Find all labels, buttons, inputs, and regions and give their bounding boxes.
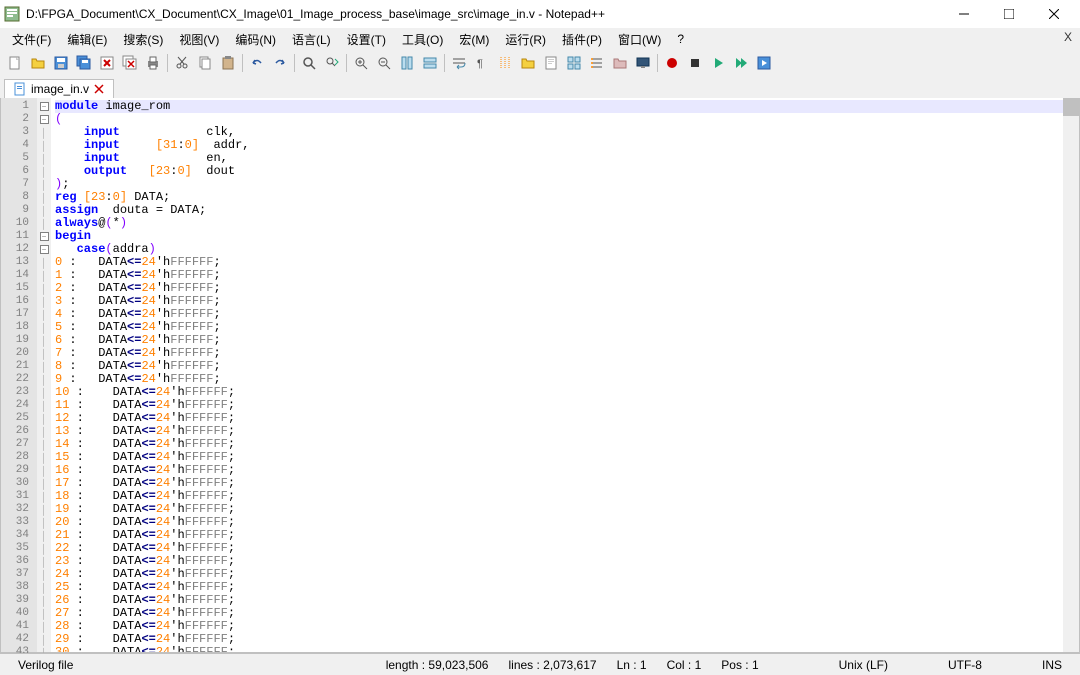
new-file-icon[interactable] [4,52,26,74]
tab-image-in[interactable]: image_in.v [4,79,114,98]
record-macro-icon[interactable] [661,52,683,74]
menu-view[interactable]: 视图(V) [171,29,227,50]
doc-list-icon[interactable] [563,52,585,74]
menu-help[interactable]: ? [669,30,692,48]
folder-icon[interactable] [517,52,539,74]
status-ln: Ln : 1 [607,658,657,672]
zoom-out-icon[interactable] [373,52,395,74]
find-icon[interactable] [298,52,320,74]
status-encoding: UTF-8 [938,658,992,672]
status-lines: lines : 2,073,617 [498,658,606,672]
tab-label: image_in.v [31,82,89,96]
window-title: D:\FPGA_Document\CX_Document\CX_Image\01… [26,7,941,21]
close-file-icon[interactable] [96,52,118,74]
copy-icon[interactable] [194,52,216,74]
file-icon [13,82,27,96]
undo-icon[interactable] [246,52,268,74]
menu-macro[interactable]: 宏(M) [451,29,497,50]
save-macro-icon[interactable] [753,52,775,74]
status-mode: INS [1032,658,1072,672]
play-macro-icon[interactable] [707,52,729,74]
editor[interactable]: 1234567891011121314151617181920212223242… [0,98,1080,653]
sync-v-icon[interactable] [396,52,418,74]
menu-language[interactable]: 语言(L) [284,29,339,50]
menu-file[interactable]: 文件(F) [4,29,59,50]
line-number-gutter: 1234567891011121314151617181920212223242… [1,98,37,652]
folder-workspace-icon[interactable] [609,52,631,74]
code-area[interactable]: module image_rom( input clk, input [31:0… [51,98,1079,652]
menu-settings[interactable]: 设置(T) [339,29,394,50]
play-multi-icon[interactable] [730,52,752,74]
status-filetype: Verilog file [8,658,83,672]
window-controls [941,0,1076,28]
close-button[interactable] [1031,0,1076,28]
zoom-in-icon[interactable] [350,52,372,74]
app-icon [4,6,20,22]
menu-tools[interactable]: 工具(O) [394,29,451,50]
indent-guide-icon[interactable] [494,52,516,74]
menu-run[interactable]: 运行(R) [497,29,554,50]
redo-icon[interactable] [269,52,291,74]
extra-x[interactable]: X [1064,30,1072,44]
status-eol: Unix (LF) [829,658,898,672]
menu-encoding[interactable]: 编码(N) [227,29,284,50]
status-length: length : 59,023,506 [376,658,499,672]
show-all-chars-icon[interactable]: ¶ [471,52,493,74]
maximize-button[interactable] [986,0,1031,28]
close-all-icon[interactable] [119,52,141,74]
save-icon[interactable] [50,52,72,74]
paste-icon[interactable] [217,52,239,74]
fold-gutter: −−││││││││−−││││││││││││││││││││││││││││… [37,98,51,652]
tab-close-icon[interactable] [93,83,105,95]
replace-icon[interactable] [321,52,343,74]
statusbar: Verilog file length : 59,023,506 lines :… [0,653,1080,675]
doc-map-icon[interactable] [540,52,562,74]
cut-icon[interactable] [171,52,193,74]
scroll-thumb[interactable] [1063,98,1079,116]
monitor-icon[interactable] [632,52,654,74]
menu-window[interactable]: 窗口(W) [610,29,669,50]
stop-macro-icon[interactable] [684,52,706,74]
menu-edit[interactable]: 编辑(E) [59,29,115,50]
status-col: Col : 1 [657,658,712,672]
titlebar: D:\FPGA_Document\CX_Document\CX_Image\01… [0,0,1080,28]
print-icon[interactable] [142,52,164,74]
wordwrap-icon[interactable] [448,52,470,74]
status-pos: Pos : 1 [711,658,768,672]
save-all-icon[interactable] [73,52,95,74]
function-list-icon[interactable] [586,52,608,74]
tabbar: image_in.v [0,76,1080,98]
svg-text:¶: ¶ [477,58,483,70]
sync-h-icon[interactable] [419,52,441,74]
menubar: 文件(F) 编辑(E) 搜索(S) 视图(V) 编码(N) 语言(L) 设置(T… [0,28,1080,50]
toolbar: ¶ [0,50,1080,76]
minimize-button[interactable] [941,0,986,28]
menu-plugins[interactable]: 插件(P) [554,29,610,50]
vertical-scrollbar[interactable] [1063,98,1079,652]
menu-search[interactable]: 搜索(S) [115,29,171,50]
open-file-icon[interactable] [27,52,49,74]
